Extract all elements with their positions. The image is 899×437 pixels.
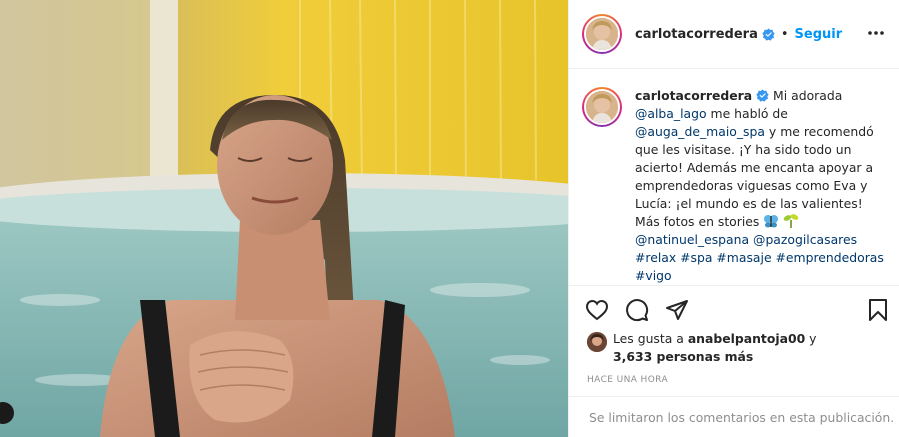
- liker-avatar[interactable]: [587, 332, 607, 352]
- caption-section: carlotacorredera Mi adorada @alba_lago m…: [569, 70, 899, 285]
- header-username[interactable]: carlotacorredera: [635, 27, 758, 42]
- likes-count[interactable]: 3,633 personas más: [613, 349, 753, 364]
- comments-disabled-notice: Se limitaron los comentarios en esta pub…: [569, 396, 899, 437]
- follow-button[interactable]: Seguir: [795, 27, 843, 42]
- heart-icon[interactable]: [585, 298, 609, 322]
- bookmark-icon[interactable]: [866, 298, 890, 322]
- hashtag-link[interactable]: #relax: [635, 250, 676, 265]
- paper-plane-icon[interactable]: [665, 298, 689, 322]
- mention-link[interactable]: @auga_de_maio_spa: [635, 124, 765, 139]
- mention-link[interactable]: @natinuel_espana: [635, 232, 749, 247]
- profile-photo: [586, 18, 618, 50]
- caption-segment: y me recomendó que les visitase. ¡Y ha s…: [635, 124, 874, 229]
- caption-segment: Mi adorada: [773, 88, 843, 103]
- liker-photo: [587, 332, 607, 352]
- separator-dot: •: [780, 26, 789, 42]
- avatar[interactable]: [582, 14, 622, 54]
- butterfly-emoji-icon: [764, 215, 779, 228]
- hashtag-link[interactable]: #emprendedoras: [776, 250, 884, 265]
- comment-icon[interactable]: [625, 298, 649, 322]
- likes-prefix: Les gusta a: [613, 331, 684, 346]
- hashtag-link[interactable]: #masaje: [716, 250, 771, 265]
- likes-conjunction: y: [809, 331, 817, 346]
- more-options-icon[interactable]: [866, 25, 886, 41]
- action-bar: [569, 285, 899, 333]
- post-header: carlotacorredera • Seguir: [569, 0, 899, 69]
- caption-username[interactable]: carlotacorredera: [635, 88, 752, 103]
- profile-photo: [586, 91, 618, 123]
- mention-link[interactable]: @pazogilcasares: [753, 232, 857, 247]
- mention-link[interactable]: @alba_lago: [635, 106, 707, 121]
- caption-segment: me habló de: [710, 106, 788, 121]
- avatar[interactable]: [582, 87, 622, 127]
- verified-badge-icon: [762, 27, 775, 41]
- caption-text: carlotacorredera Mi adorada @alba_lago m…: [635, 87, 885, 285]
- seedling-emoji-icon: [784, 214, 799, 228]
- verified-badge-icon: [756, 89, 769, 102]
- hashtag-link[interactable]: #vigo: [635, 268, 672, 283]
- spa-woman-image: [0, 0, 568, 437]
- post-timestamp[interactable]: HACE UNA HORA: [587, 375, 668, 385]
- post-photo[interactable]: [0, 0, 568, 437]
- hashtag-link[interactable]: #spa: [680, 250, 712, 265]
- likes-summary: Les gusta a anabelpantoja00 y 3,633 pers…: [587, 330, 887, 366]
- post-detail-panel: carlotacorredera • Seguir carlotacorrede…: [568, 0, 899, 437]
- liker-username[interactable]: anabelpantoja00: [688, 331, 805, 346]
